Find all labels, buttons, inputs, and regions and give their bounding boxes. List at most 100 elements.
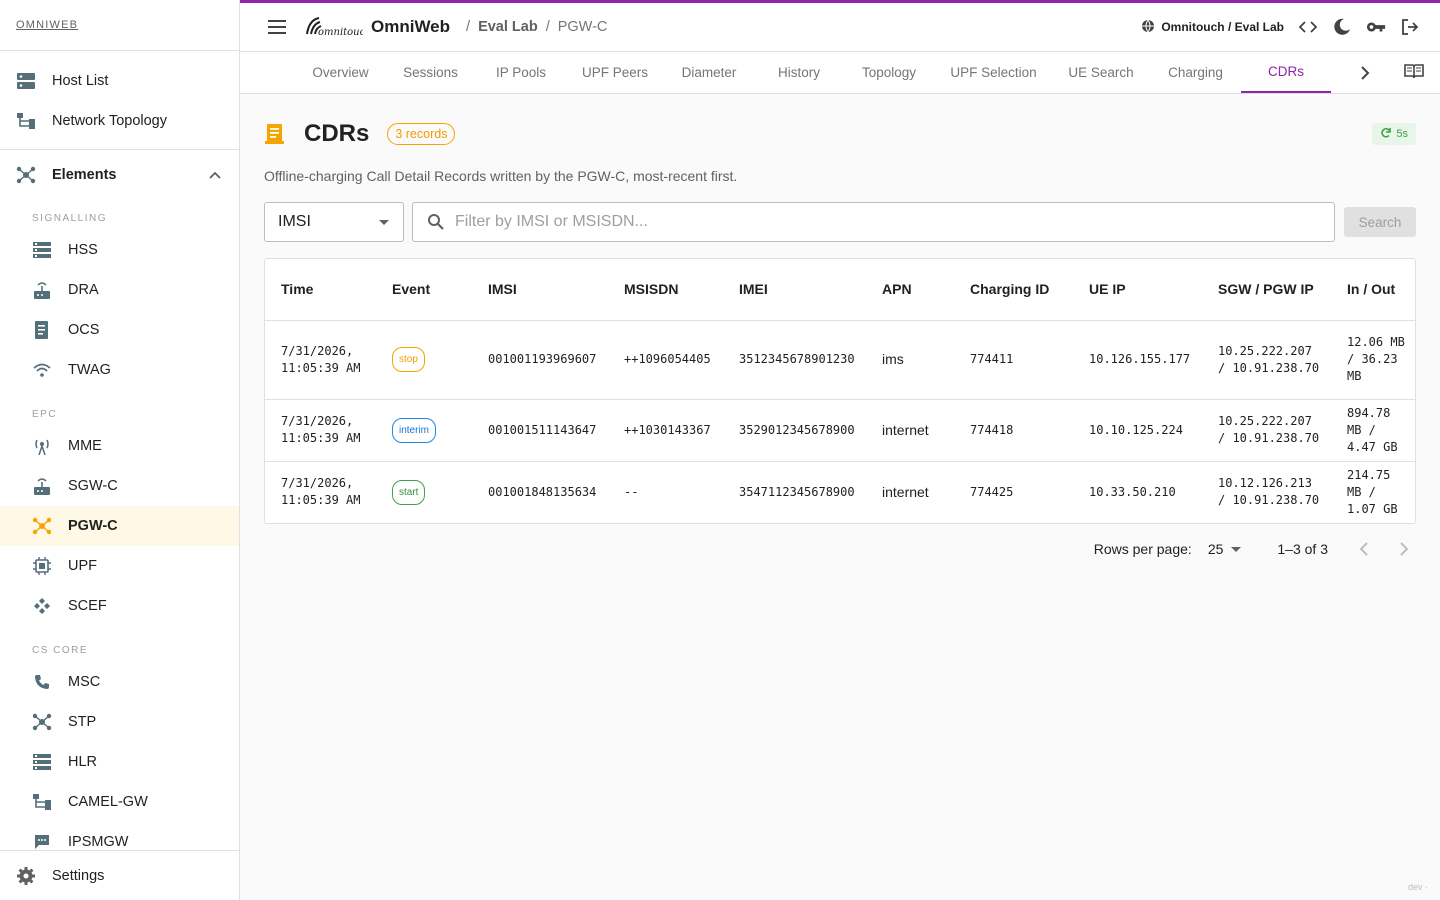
- cell-time: 7/31/2026, 11:05:39 AM: [265, 320, 376, 400]
- column-header-charging-id[interactable]: Charging ID: [954, 259, 1073, 321]
- section-header-signalling: SIGNALLING: [32, 213, 108, 224]
- tab-upf-peers[interactable]: UPF Peers: [573, 52, 657, 93]
- elements-group-toggle[interactable]: Elements: [0, 150, 239, 200]
- search-button[interactable]: Search: [1344, 207, 1416, 237]
- sidebar-item-twag[interactable]: TWAG: [0, 350, 239, 390]
- next-page-icon[interactable]: [1392, 537, 1416, 561]
- cell-sgw-pgw-ip: 10.25.222.207 / 10.91.238.70: [1202, 399, 1331, 462]
- caret-down-icon: [379, 220, 389, 225]
- column-header-sgw-pgw-ip[interactable]: SGW / PGW IP: [1202, 259, 1331, 321]
- key-icon[interactable]: [1366, 17, 1386, 37]
- column-header-apn[interactable]: APN: [866, 259, 954, 321]
- dark-mode-icon[interactable]: [1332, 17, 1352, 37]
- brand[interactable]: OMNIWEB: [0, 0, 239, 51]
- cell-msisdn: ++1030143367: [608, 399, 723, 462]
- cell-imei: 3547112345678900: [739, 484, 855, 499]
- search-field[interactable]: [412, 202, 1335, 242]
- breadcrumb: / Eval Lab / PGW-C: [466, 19, 607, 35]
- tab-charging[interactable]: Charging: [1156, 52, 1235, 93]
- sidebar-item-label: HSS: [68, 242, 98, 258]
- rows-per-page-select[interactable]: 25: [1208, 541, 1242, 557]
- tab-sessions[interactable]: Sessions: [392, 52, 469, 93]
- rows-per-page-label: Rows per page:: [1093, 541, 1192, 557]
- column-header-in-out[interactable]: In / Out: [1331, 259, 1415, 321]
- tabs-scroll-right-icon[interactable]: [1353, 61, 1377, 85]
- sidebar-item-hlr[interactable]: HLR: [0, 742, 239, 782]
- docs-book-icon[interactable]: [1404, 62, 1424, 82]
- breadcrumb-separator: /: [545, 19, 550, 35]
- previous-page-icon[interactable]: [1352, 537, 1376, 561]
- cell-event: stop: [376, 320, 472, 400]
- receipt-icon: [264, 123, 286, 145]
- search-input[interactable]: [455, 213, 1305, 231]
- environment-selector[interactable]: Omnitouch / Eval Lab: [1141, 19, 1284, 36]
- cell-msisdn: ++1096054405: [608, 320, 723, 400]
- phone-icon: [32, 672, 52, 692]
- sidebar-item-scef[interactable]: SCEF: [0, 586, 239, 626]
- sidebar-item-upf[interactable]: UPF: [0, 546, 239, 586]
- sidebar-item-stp[interactable]: STP: [0, 702, 239, 742]
- storage-icon: [32, 240, 52, 260]
- logout-icon[interactable]: [1400, 17, 1420, 37]
- sidebar-item-pgw-c[interactable]: PGW-C: [0, 506, 239, 546]
- cell-charging-id: 774418: [954, 399, 1073, 462]
- column-header-imsi[interactable]: IMSI: [472, 259, 608, 321]
- sidebar-item-mme[interactable]: MME: [0, 426, 239, 466]
- code-icon[interactable]: [1298, 17, 1318, 37]
- sidebar-item-settings[interactable]: Settings: [0, 850, 239, 900]
- tab-bar: Overview Sessions IP Pools UPF Peers Dia…: [240, 52, 1440, 94]
- column-header-event[interactable]: Event: [376, 259, 472, 321]
- column-header-msisdn[interactable]: MSISDN: [608, 259, 723, 321]
- sidebar-item-msc[interactable]: MSC: [0, 662, 239, 702]
- tab-history[interactable]: History: [761, 52, 837, 93]
- sidebar-item-ocs[interactable]: OCS: [0, 310, 239, 350]
- tab-ip-pools[interactable]: IP Pools: [481, 52, 561, 93]
- cell-imsi: 001001193969607: [472, 320, 608, 400]
- menu-icon[interactable]: [265, 15, 289, 39]
- sidebar-item-sgw-c[interactable]: SGW-C: [0, 466, 239, 506]
- table-row[interactable]: 7/31/2026, 11:05:39 AM stop 001001193969…: [265, 320, 1415, 400]
- table-row[interactable]: 7/31/2026, 11:05:39 AM interim 001001511…: [265, 399, 1415, 462]
- filter-field-select[interactable]: IMSI: [264, 202, 404, 242]
- storage-icon: [32, 752, 52, 772]
- cell-ue-ip: 10.10.125.224: [1073, 399, 1202, 462]
- chip-icon: [32, 556, 52, 576]
- sidebar-item-dra[interactable]: DRA: [0, 270, 239, 310]
- receipt-icon: [32, 320, 52, 340]
- tab-topology[interactable]: Topology: [849, 52, 929, 93]
- auto-refresh-chip[interactable]: 5s: [1372, 123, 1416, 145]
- event-badge-start: start: [392, 479, 426, 505]
- tab-cdrs[interactable]: CDRs: [1241, 52, 1331, 93]
- tab-diameter[interactable]: Diameter: [669, 52, 749, 93]
- sidebar-item-label: IPSMGW: [68, 834, 129, 850]
- breadcrumb-separator: /: [466, 19, 471, 35]
- sidebar-item-hss[interactable]: HSS: [0, 230, 239, 270]
- breadcrumb-item-lab[interactable]: Eval Lab: [478, 19, 538, 35]
- pagination-range: 1–3 of 3: [1277, 541, 1328, 557]
- section-header-cs-core: CS CORE: [32, 645, 89, 656]
- cell-sgw-pgw-ip: 10.12.126.213 / 10.91.238.70: [1218, 476, 1320, 508]
- breadcrumb-item-current: PGW-C: [557, 19, 608, 35]
- column-header-imei[interactable]: IMEI: [723, 259, 866, 321]
- tab-upf-selection[interactable]: UPF Selection: [941, 52, 1046, 93]
- sidebar-item-camel-gw[interactable]: CAMEL-GW: [0, 782, 239, 822]
- pagination: Rows per page: 25 1–3 of 3: [264, 534, 1416, 564]
- sidebar-item-network-topology[interactable]: Network Topology: [0, 101, 239, 141]
- elements-label: Elements: [52, 167, 117, 183]
- cell-imei: 3512345678901230: [723, 320, 866, 400]
- tab-ue-search[interactable]: UE Search: [1058, 52, 1144, 93]
- column-header-time[interactable]: Time: [265, 259, 376, 321]
- table-header-row: Time Event IMSI MSISDN IMEI APN Charging…: [265, 259, 1415, 321]
- brand-link[interactable]: OMNIWEB: [16, 19, 78, 31]
- sidebar-item-host-list[interactable]: Host List: [0, 61, 239, 101]
- gear-icon: [16, 866, 36, 886]
- sidebar: OMNIWEB Host List Network Topology Eleme…: [0, 0, 240, 900]
- hub-icon: [32, 516, 52, 536]
- table-row[interactable]: 7/31/2026, 11:05:39 AM start 00100184813…: [265, 461, 1415, 523]
- section-header-epc: EPC: [32, 409, 58, 420]
- event-badge-stop: stop: [392, 347, 425, 372]
- tab-overview[interactable]: Overview: [297, 52, 384, 93]
- column-header-ue-ip[interactable]: UE IP: [1073, 259, 1202, 321]
- cell-in-out: 894.78 MB / 4.47 GB: [1331, 399, 1415, 462]
- cell-sgw-pgw-ip: 10.25.222.207 / 10.91.238.70: [1202, 320, 1331, 400]
